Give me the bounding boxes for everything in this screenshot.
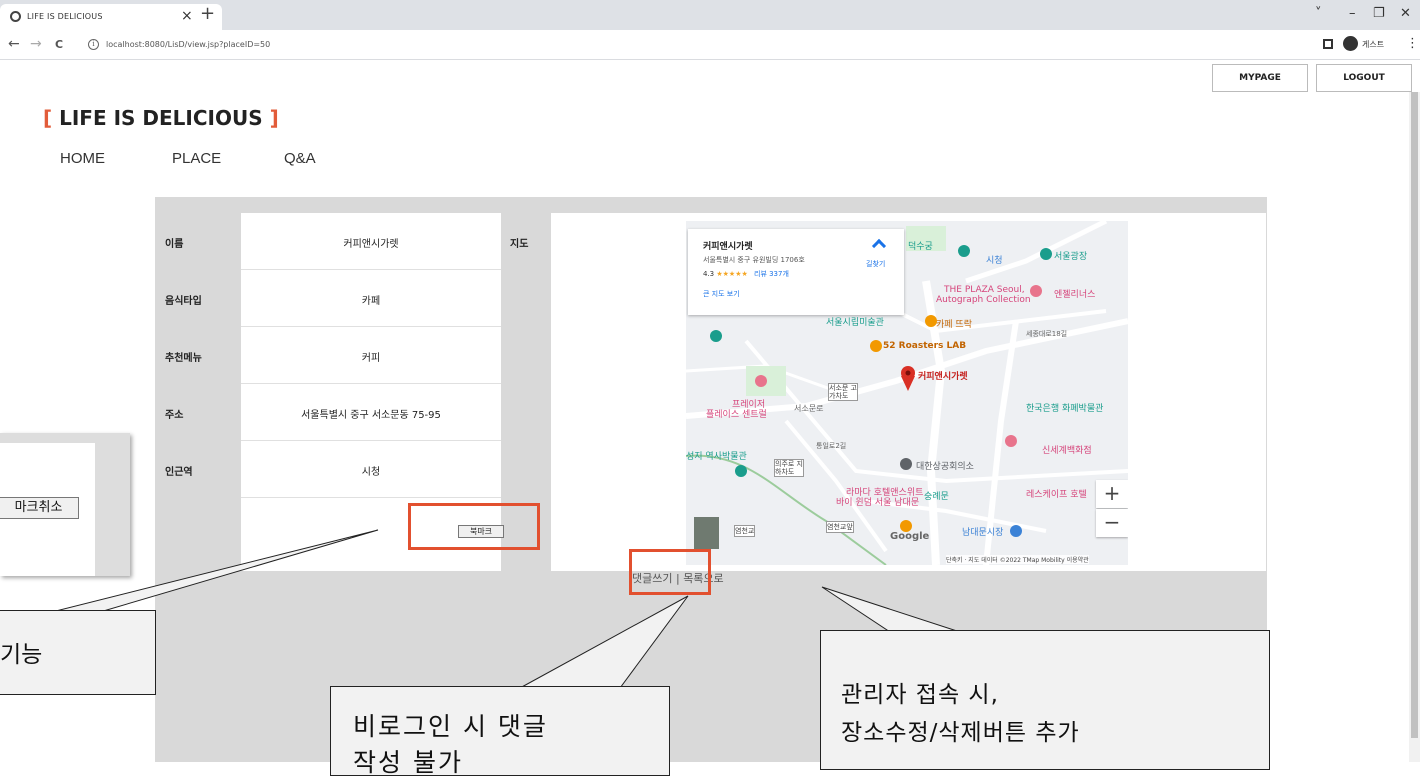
login-callout-line1: 비로그인 시 댓글 <box>353 712 548 741</box>
login-callout-line2: 작성 불가 <box>353 748 463 777</box>
admin-callout-line2: 장소수정/삭제버튼 추가 <box>841 720 1080 746</box>
scrollbar-thumb[interactable] <box>1411 92 1418 738</box>
bookmark-callout-text: 기능 <box>0 642 43 668</box>
admin-callout-line1: 관리자 접속 시, <box>841 682 999 708</box>
admin-callout: 관리자 접속 시, 장소수정/삭제버튼 추가 <box>820 630 1270 770</box>
login-required-callout: 비로그인 시 댓글 작성 불가 <box>330 686 670 777</box>
bookmark-feature-callout: 기능 <box>0 610 156 695</box>
page-scrollbar[interactable] <box>1409 92 1420 762</box>
